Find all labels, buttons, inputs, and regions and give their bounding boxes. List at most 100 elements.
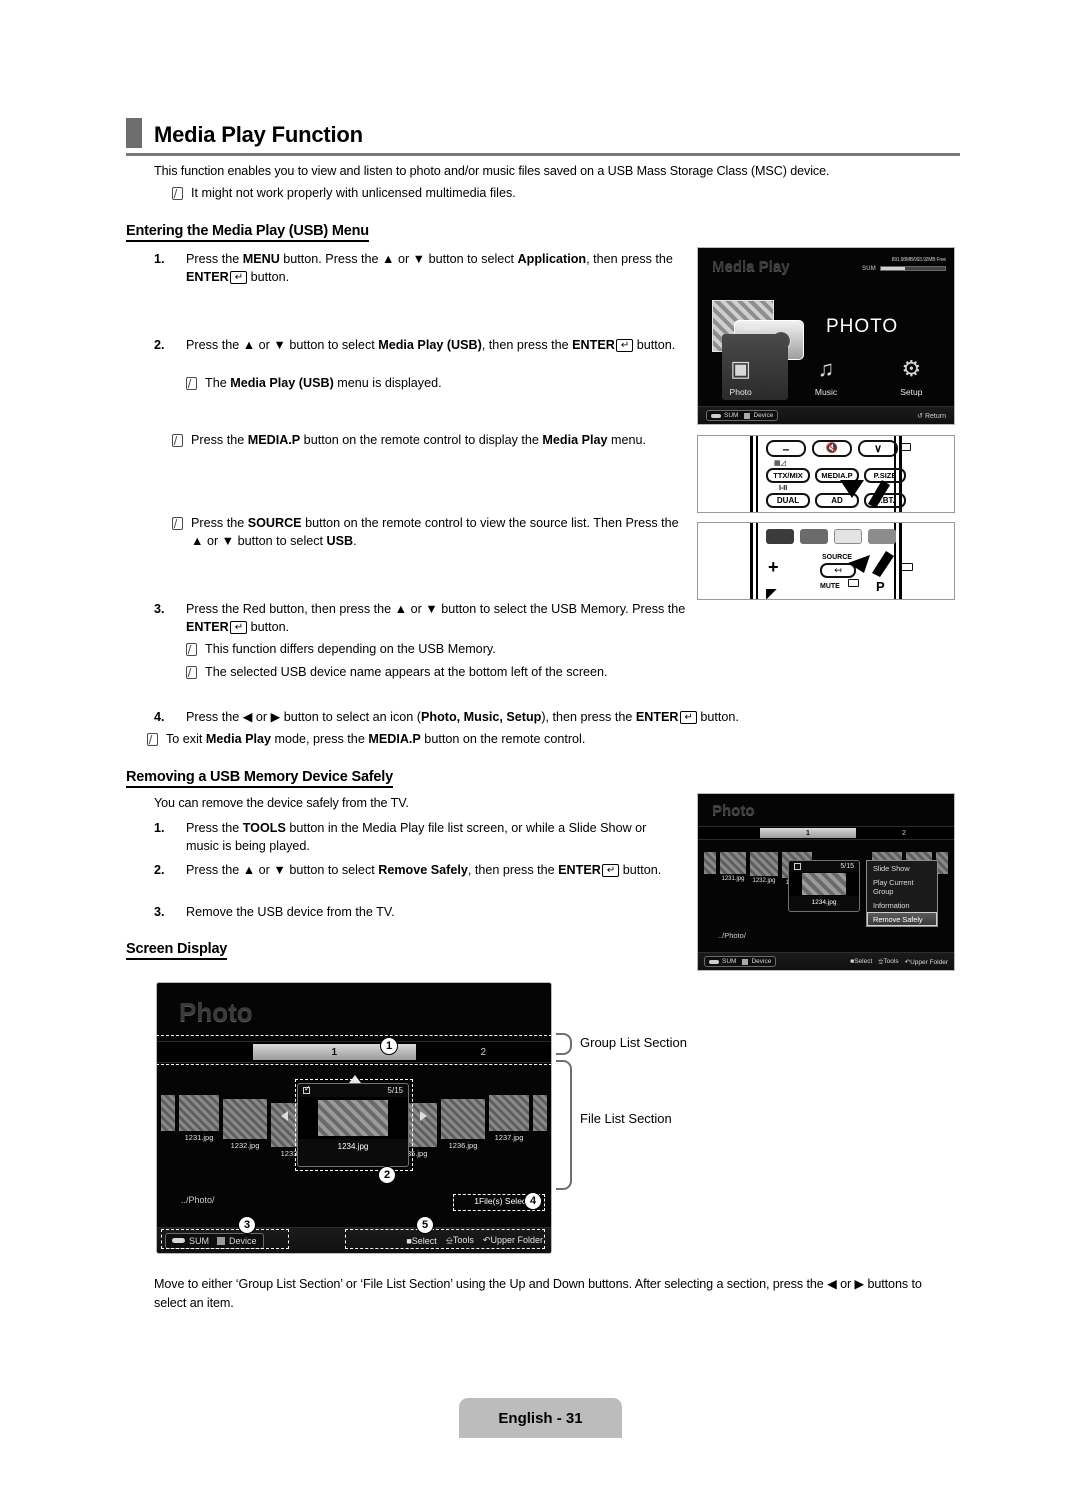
arrow-right-icon[interactable]	[420, 1111, 427, 1121]
callout-badge-4: 4	[524, 1192, 542, 1210]
file-thumb[interactable]: 1231.jpg	[179, 1095, 219, 1142]
group-list-section: 1 2	[698, 826, 954, 840]
intro-note-text: It might not work properly with unlicens…	[191, 186, 516, 200]
page-title-block: Media Play Function	[126, 118, 960, 156]
group-item-selected[interactable]: 1	[760, 828, 856, 838]
file-thumb[interactable]: 1237.jpg	[489, 1095, 529, 1142]
note-text: Press the MEDIA.P button on the remote c…	[191, 433, 647, 447]
enter-key-icon: ↵	[615, 339, 634, 352]
current-path: ../Photo/	[181, 1195, 215, 1205]
manual-page: Media Play Function This function enable…	[0, 0, 1080, 1488]
group-item[interactable]: 2	[856, 830, 952, 837]
media-icon-music[interactable]: ♫ Music	[783, 351, 868, 397]
return-action[interactable]: ↺ Return	[917, 412, 946, 420]
storage-free-label: 891.98MB/993.92MB Free	[891, 257, 946, 263]
file-thumb[interactable]: 1232.jpg	[750, 852, 778, 884]
title-marker	[126, 118, 142, 148]
note-icon	[186, 375, 197, 394]
remote-color-button-3[interactable]	[834, 529, 862, 544]
dash-group-list	[157, 1035, 551, 1065]
red-key-icon	[711, 413, 721, 418]
step-number: 1.	[154, 821, 165, 835]
section-heading-screen-display: Screen Display	[126, 940, 227, 960]
photo-title: Photo	[712, 802, 755, 819]
file-thumb[interactable]: 1231.jpg	[720, 852, 746, 882]
step-entering-3: 3. Press the Red button, then press the …	[154, 600, 694, 637]
section-heading-removing: Removing a USB Memory Device Safely	[126, 768, 393, 788]
remote-dual-sublabel: I-II	[779, 485, 788, 492]
device-sum-label: SUM	[724, 412, 739, 419]
callout-badge-5: 5	[416, 1216, 434, 1234]
remote-dual-button[interactable]: DUAL	[766, 493, 810, 508]
remote-volume-down-button[interactable]: –	[766, 440, 806, 457]
remote-ttx-symbol-icon: ▦◿	[774, 460, 786, 467]
note-function-differs: This function differs depending on the U…	[186, 641, 706, 660]
device-label: SUM	[862, 266, 876, 272]
remote-illustration-source: + ◤ SOURCE ↤ MUTE ∧ P	[697, 522, 955, 600]
action-upper-folder[interactable]: ↶Upper Folder	[905, 958, 948, 966]
callout-badge-3: 3	[238, 1216, 256, 1234]
gear-icon: ⚙	[901, 356, 922, 381]
section-heading-entering: Entering the Media Play (USB) Menu	[126, 222, 369, 242]
arrow-left-icon[interactable]	[281, 1111, 288, 1121]
remote-color-button-2[interactable]	[800, 529, 828, 544]
action-tools[interactable]: ⎒Tools	[878, 958, 898, 966]
step-text: Press the ◀ or ▶ button to select an ico…	[186, 710, 739, 724]
media-icon-setup[interactable]: ⚙ Setup	[869, 351, 954, 397]
tv-screenshot-media-play-home: Media Play 891.98MB/993.92MB Free SUM PH…	[697, 247, 955, 425]
note-text: This function differs depending on the U…	[205, 642, 496, 656]
note-icon	[172, 515, 183, 534]
step-text: Remove the USB device from the TV.	[186, 905, 395, 919]
hero-label: PHOTO	[826, 316, 899, 337]
pointer-arrow-source-icon	[848, 551, 894, 577]
dash-actions	[345, 1229, 545, 1249]
file-thumb[interactable]: 1232.jpg	[223, 1095, 267, 1150]
device-label: Device	[753, 412, 774, 419]
device-key-hint[interactable]: SUM Device	[704, 956, 777, 967]
menu-item-information[interactable]: Information	[867, 898, 937, 912]
note-icon	[172, 432, 183, 451]
storage-bar	[880, 266, 946, 271]
remote-mute-button[interactable]: 🔇	[812, 440, 852, 457]
note-text: Press the SOURCE button on the remote co…	[191, 516, 679, 548]
media-play-title: Media Play	[712, 258, 790, 275]
step-number: 1.	[154, 252, 165, 266]
step-number: 2.	[154, 863, 165, 877]
page-number-label: English - 31	[498, 1409, 583, 1427]
note-exit-media-play: To exit Media Play mode, press the MEDIA…	[147, 731, 947, 750]
menu-item-remove-safely[interactable]: Remove Safely	[867, 912, 937, 926]
intro-note: It might not work properly with unlicens…	[172, 185, 942, 204]
step-text: Press the Red button, then press the ▲ o…	[186, 602, 686, 635]
note-icon	[172, 185, 183, 204]
photo-bottom-actions: ■Select ⎒Tools ↶Upper Folder	[850, 958, 948, 966]
tools-context-menu: Slide Show Play Current Group Informatio…	[866, 860, 938, 927]
file-thumb[interactable]	[161, 1095, 175, 1131]
file-checkbox[interactable]	[794, 863, 801, 870]
note-device-name: The selected USB device name appears at …	[186, 664, 706, 683]
media-icon-photo[interactable]: ▣ Photo	[698, 351, 783, 397]
file-name: 1231.jpg	[184, 1133, 214, 1142]
menu-item-slide-show[interactable]: Slide Show	[867, 861, 937, 875]
note-icon	[147, 731, 158, 750]
step-text: Press the MENU button. Press the ▲ or ▼ …	[186, 252, 673, 285]
note-text: The Media Play (USB) menu is displayed.	[205, 376, 442, 390]
label-file-list-section: File List Section	[580, 1111, 672, 1126]
menu-item-play-current-group[interactable]: Play Current Group	[867, 875, 937, 898]
remote-color-button-4[interactable]	[868, 529, 896, 544]
step-removing-3: 3. Remove the USB device from the TV.	[154, 903, 679, 921]
file-thumb[interactable]: 1236.jpg	[441, 1095, 485, 1150]
page-footer: English - 31	[459, 1398, 622, 1438]
step-removing-1: 1. Press the TOOLS button in the Media P…	[154, 819, 679, 856]
file-thumb[interactable]	[533, 1095, 547, 1131]
action-select[interactable]: ■Select	[850, 958, 872, 965]
red-key-icon	[709, 959, 719, 964]
device-key-hint[interactable]: SUM Device	[706, 410, 779, 421]
remote-ttxmix-button[interactable]: TTX/MIX	[766, 468, 810, 483]
current-path: ../Photo/	[718, 931, 746, 940]
remote-volume-up-button[interactable]: +	[768, 557, 779, 578]
remote-channel-down-button[interactable]: ∨	[858, 440, 898, 457]
remote-color-button-1[interactable]	[766, 529, 794, 544]
file-thumb[interactable]	[704, 852, 716, 874]
selected-file-card[interactable]: 5/15 1234.jpg	[788, 860, 860, 912]
step-number: 3.	[154, 602, 165, 616]
